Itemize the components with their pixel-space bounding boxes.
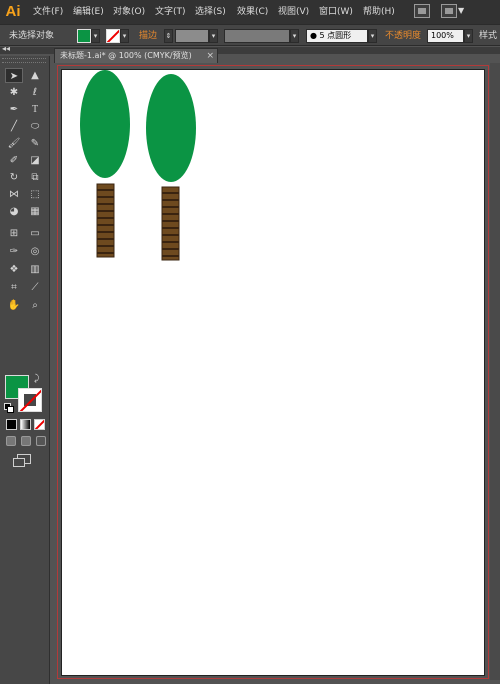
stroke-dropdown-caret[interactable]: ▾ <box>120 29 129 43</box>
variable-width-profile[interactable] <box>224 29 290 43</box>
shape-builder-tool-icon[interactable]: ◕ <box>5 204 23 219</box>
free-transform-tool-icon[interactable]: ⬚ <box>26 187 44 202</box>
menu-window[interactable]: 窗口(W) <box>319 5 353 19</box>
draw-inside-icon[interactable] <box>36 436 46 446</box>
canvas-area[interactable] <box>54 63 490 680</box>
stroke-none-swatch[interactable] <box>106 29 120 43</box>
gradient-mode-icon[interactable] <box>20 419 31 430</box>
swap-fill-stroke-icon[interactable]: ⤸ <box>34 374 39 384</box>
zoom-tool-icon[interactable]: ⌕ <box>26 298 44 313</box>
menu-effect[interactable]: 效果(C) <box>237 5 268 19</box>
artboard-tool-icon[interactable]: ⌗ <box>5 280 23 295</box>
column-graph-tool-icon[interactable]: ▥ <box>26 262 44 277</box>
app-logo: Ai <box>5 3 21 20</box>
pencil-tool-icon[interactable]: ✎ <box>26 136 44 151</box>
style-label[interactable]: 样式 <box>479 30 497 42</box>
brush-dot-icon: ● <box>310 31 317 40</box>
tree-2-leaf[interactable] <box>146 74 196 182</box>
gradient-tool-icon[interactable]: ▭ <box>26 226 44 241</box>
eraser-tool-icon[interactable]: ◪ <box>26 153 44 168</box>
magic-wand-tool-icon[interactable]: ✱ <box>5 85 23 100</box>
menu-view[interactable]: 视图(V) <box>278 5 309 19</box>
menu-bar: Ai 文件(F) 编辑(E) 对象(O) 文字(T) 选择(S) 效果(C) 视… <box>0 0 500 24</box>
menu-type[interactable]: 文字(T) <box>155 5 186 19</box>
illustrator-window: Ai 文件(F) 编辑(E) 对象(O) 文字(T) 选择(S) 效果(C) 视… <box>0 0 500 684</box>
draw-behind-icon[interactable] <box>21 436 31 446</box>
symbol-sprayer-tool-icon[interactable]: ❖ <box>5 262 23 277</box>
screen-mode-icon[interactable] <box>13 454 31 467</box>
opacity-label[interactable]: 不透明度 <box>385 30 421 42</box>
tree-2[interactable] <box>146 74 196 261</box>
stroke-weight-stepper[interactable]: ⇕ <box>164 29 173 43</box>
none-slash <box>19 389 41 411</box>
hand-tool-icon[interactable]: ✋ <box>5 298 23 313</box>
artboard[interactable] <box>61 69 485 676</box>
blob-brush-tool-icon[interactable]: ✐ <box>5 153 23 168</box>
close-icon[interactable]: × <box>206 49 214 63</box>
paintbrush-tool-icon[interactable]: 🖌 <box>5 136 23 151</box>
perspective-grid-tool-icon[interactable]: ▦ <box>26 204 44 219</box>
ellipse-tool-icon[interactable]: ⬭ <box>26 119 44 134</box>
menu-edit[interactable]: 编辑(E) <box>73 5 104 19</box>
stroke-weight-caret[interactable]: ▾ <box>209 29 218 43</box>
stroke-weight-field[interactable] <box>175 29 209 43</box>
menu-help[interactable]: 帮助(H) <box>363 5 395 19</box>
blend-tool-icon[interactable]: ◎ <box>26 244 44 259</box>
vertical-scrollbar[interactable] <box>490 63 500 680</box>
control-bar: 未选择对象 ▾ ▾ 描边 ⇕ ▾ ▾ ● 5 点圆形 ▾ 不透明度 100% ▾… <box>0 24 500 46</box>
collapse-panels-icon[interactable]: ◂◂ <box>2 44 10 53</box>
document-tab-title: 未标题-1.ai* @ 100% (CMYK/预览) <box>60 51 192 60</box>
menu-object[interactable]: 对象(O) <box>113 5 145 19</box>
line-segment-tool-icon[interactable]: ╱ <box>5 119 23 134</box>
selection-status: 未选择对象 <box>9 31 55 41</box>
menu-select[interactable]: 选择(S) <box>195 5 226 19</box>
fill-dropdown-caret[interactable]: ▾ <box>91 29 100 43</box>
width-tool-icon[interactable]: ⋈ <box>5 187 23 202</box>
brush-definition-field[interactable]: ● 5 点圆形 <box>306 29 368 43</box>
fill-color-swatch[interactable] <box>77 29 91 43</box>
artwork <box>80 70 196 261</box>
direct-selection-tool-icon[interactable]: ▲ <box>26 68 44 83</box>
color-mode-icon[interactable] <box>6 419 17 430</box>
draw-normal-icon[interactable] <box>6 436 16 446</box>
brush-caret[interactable]: ▾ <box>368 29 377 43</box>
profile-caret[interactable]: ▾ <box>290 29 299 43</box>
lasso-tool-icon[interactable]: ℓ <box>26 85 44 100</box>
opacity-field[interactable]: 100% <box>427 29 464 43</box>
stroke-label[interactable]: 描边 <box>139 30 157 42</box>
arrange-documents-icon[interactable] <box>441 4 457 18</box>
mesh-tool-icon[interactable]: ⊞ <box>5 226 23 241</box>
selection-tool-icon[interactable]: ➤ <box>5 68 23 83</box>
tree-1[interactable] <box>80 70 130 258</box>
scale-tool-icon[interactable]: ⧉ <box>26 170 44 185</box>
bridge-icon[interactable] <box>414 4 430 18</box>
default-colors-icon[interactable] <box>4 403 14 413</box>
chevron-down-icon[interactable]: ▼ <box>458 6 464 15</box>
menu-file[interactable]: 文件(F) <box>33 5 63 19</box>
type-tool-icon[interactable]: T <box>26 102 44 117</box>
opacity-caret[interactable]: ▾ <box>464 29 473 43</box>
pen-tool-icon[interactable]: ✒ <box>5 102 23 117</box>
eyedropper-tool-icon[interactable]: ✑ <box>5 244 23 259</box>
brush-value: 5 点圆形 <box>319 31 352 40</box>
panel-grip[interactable] <box>2 58 46 63</box>
rotate-tool-icon[interactable]: ↻ <box>5 170 23 185</box>
none-mode-icon[interactable] <box>34 419 45 430</box>
document-tab[interactable]: 未标题-1.ai* @ 100% (CMYK/预览) × <box>54 48 218 63</box>
tools-panel: ➤ ▲ ✱ ℓ ✒ T ╱ ⬭ 🖌 ✎ ✐ ◪ ↻ ⧉ ⋈ ⬚ ◕ ▦ ⊞ ▭ … <box>0 56 50 684</box>
tree-1-leaf[interactable] <box>80 70 130 178</box>
slice-tool-icon[interactable]: ⟋ <box>26 280 44 295</box>
stroke-color-swatch-tools[interactable] <box>18 388 42 412</box>
